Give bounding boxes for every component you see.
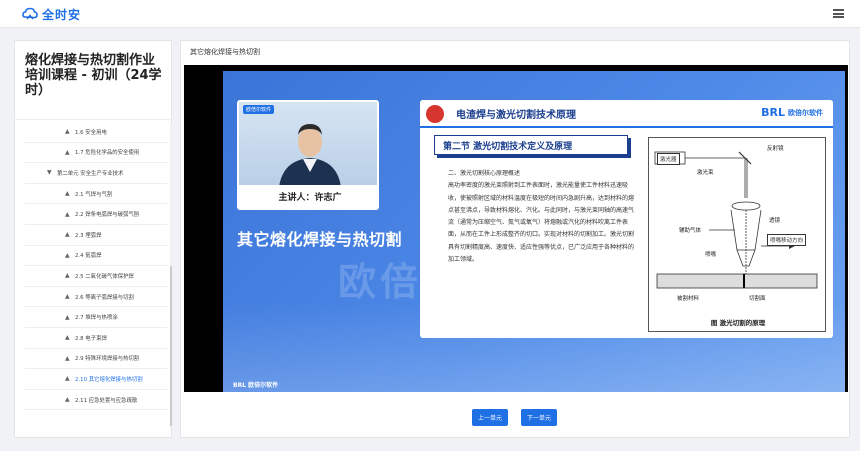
label-kerf: 切割面: [749, 296, 766, 302]
sidebar-item[interactable]: ▲ 2.2 焊条电弧焊与碳弧气刨: [25, 204, 167, 225]
caret-icon: ▲: [65, 334, 70, 342]
watermark: 欧倍: [338, 260, 423, 304]
sidebar-item[interactable]: ▲ 2.9 特殊环境焊接与热切割: [25, 349, 167, 370]
sidebar-item-label: 2.3 埋弧焊: [75, 232, 102, 239]
sidebar-item[interactable]: ▲ 2.4 氩弧焊: [25, 246, 167, 267]
sidebar-item[interactable]: ▲ 2.6 等离子弧焊接与切割: [25, 287, 167, 308]
sidebar-item[interactable]: ▲ 2.11 应急处置与应急疏散: [25, 390, 167, 411]
logo-text: 全时安: [42, 7, 82, 22]
sidebar-item[interactable]: ▲ 2.3 埋弧焊: [25, 225, 167, 246]
sidebar-item[interactable]: ▲ 2.8 电子束焊: [25, 328, 167, 349]
sidebar-item-label: 1.7 危险化学品的安全使用: [75, 150, 140, 157]
lesson-title: 其它熔化焊接与热切割: [190, 48, 260, 56]
sidebar-item-label: 2.11 应急处置与应急疏散: [75, 397, 138, 404]
brand-logo-text: BRL: [761, 106, 785, 119]
body-paragraph: 高功率密度的激光束照射到工件表面时，激光能量使工件材料迅速吸收，使被照射区域的材…: [448, 182, 635, 264]
label-reflector: 反射镜: [767, 146, 784, 152]
slide-footer-logo: BRL 欧倍尔软件: [233, 382, 279, 389]
sidebar-item-label: 2.7 堆焊与热喷涂: [75, 315, 118, 322]
sidebar-item[interactable]: ▲ 2.1 气焊与气割: [25, 184, 167, 205]
label-aux-gas: 辅助气体: [679, 228, 702, 234]
sidebar-item-label: 2.10 其它熔化焊接与热切割: [75, 376, 143, 383]
caret-icon: ▲: [65, 231, 70, 239]
sidebar-item-label: 2.6 等离子弧焊接与切割: [75, 294, 134, 301]
panel-title: 电渣焊与激光切割技术原理: [456, 110, 576, 121]
scrollbar-thumb[interactable]: [170, 266, 172, 426]
sidebar-item-label: 2.9 特殊环境焊接与热切割: [75, 356, 140, 363]
caret-icon: ▲: [65, 190, 70, 198]
header-badge-icon: [426, 105, 444, 123]
next-unit-button[interactable]: 下一单元: [521, 409, 557, 426]
sidebar-item[interactable]: ▲ 1.7 危险化学品的安全使用: [25, 143, 167, 164]
caret-icon: ▲: [65, 396, 70, 404]
body-heading: 二、激光切割核心原理概述: [448, 170, 521, 177]
caret-icon: ▲: [65, 251, 70, 259]
laser-cutting-diagram: 反射镜 激光器 激光束 辅助气体 透镜 喷嘴 喷嘴移动方向 被割材料 切割面 图…: [648, 137, 826, 332]
caret-icon: ▲: [65, 293, 70, 301]
video-brand-badge: 欧倍尔软件: [243, 105, 275, 114]
label-nozzle-move: 喷嘴移动方向: [767, 234, 807, 246]
sidebar-item-label: 1.6 安全用电: [75, 129, 107, 136]
sidebar-unit[interactable]: ▼ 第二单元 安全生产专业技术: [25, 163, 167, 184]
logo-icon: [22, 7, 38, 20]
label-nozzle: 喷嘴: [705, 252, 717, 258]
course-sidebar: 熔化焊接与热切割作业培训课程 - 初训（24学时） ▲ 1.6 安全用电 ▲ 1.7…: [14, 40, 173, 438]
video-frame: 欧倍尔软件 主讲人：许志广 其它熔化焊接与热切割 欧倍 电渣焊与激光切割技术原理…: [223, 71, 845, 392]
header-divider: [420, 126, 833, 128]
label-beam: 激光束: [697, 170, 714, 176]
caret-icon: ▲: [65, 313, 70, 321]
caret-icon: ▼: [47, 169, 52, 177]
sidebar-item-label: 第二单元 安全生产专业技术: [57, 170, 124, 177]
sidebar-item-label: 2.8 电子束焊: [75, 335, 107, 342]
course-title: 熔化焊接与热切割作业培训课程 - 初训（24学时）: [25, 53, 162, 98]
divider: [15, 119, 173, 120]
video-player[interactable]: 欧倍尔软件 主讲人：许志广 其它熔化焊接与热切割 欧倍 电渣焊与激光切割技术原理…: [184, 65, 848, 392]
sidebar-item-label: 2.2 焊条电弧焊与碳弧气刨: [75, 212, 140, 219]
caret-icon: ▲: [65, 210, 70, 218]
menu-icon[interactable]: [833, 9, 844, 18]
app-logo[interactable]: 全时安: [22, 6, 81, 22]
label-lens: 透镜: [769, 218, 781, 224]
panel-header: 电渣焊与激光切割技术原理 BRL 欧倍尔软件: [420, 100, 833, 126]
slide-heading: 其它熔化焊接与热切割: [237, 230, 403, 249]
speaker-video: 欧倍尔软件 主讲人：许志广: [237, 100, 379, 210]
prev-unit-button[interactable]: 上一单元: [472, 409, 508, 426]
brand-name: 欧倍尔软件: [788, 108, 823, 117]
caret-icon: ▲: [65, 128, 70, 136]
section-body: 二、激光切割核心原理概述 高功率密度的激光束照射到工件表面时，激光能量使工件材料…: [448, 168, 634, 266]
caret-icon: ▲: [65, 148, 70, 156]
section-title: 第二节 激光切割技术定义及原理: [434, 135, 628, 155]
speaker-name: 主讲人：许志广: [239, 185, 377, 208]
lesson-panel: 其它熔化焊接与热切割 欧倍尔软件 主讲人：许志广 其它熔化焊接与热切割 欧倍 电…: [180, 40, 850, 438]
sidebar-item[interactable]: ▲ 2.7 堆焊与热喷涂: [25, 307, 167, 328]
sidebar-item[interactable]: ▲ 1.6 安全用电: [25, 122, 167, 143]
caret-icon: ▲: [65, 375, 70, 383]
figure-caption: 图 激光切割的原理: [710, 319, 766, 327]
caret-icon: ▲: [65, 272, 70, 280]
top-bar: 全时安: [0, 0, 860, 28]
sidebar-item[interactable]: ▲ 2.5 二氧化碳气体保护焊: [25, 266, 167, 287]
sidebar-item-label: 2.5 二氧化碳气体保护焊: [75, 273, 134, 280]
speaker-image: [239, 102, 377, 187]
label-workpiece: 被割材料: [677, 296, 700, 302]
sidebar-item-label: 2.4 氩弧焊: [75, 253, 102, 260]
sidebar-item-active[interactable]: ▲ 2.10 其它熔化焊接与热切割: [25, 369, 167, 390]
sidebar-item-label: 2.1 气焊与气割: [75, 191, 113, 198]
panel-brand: BRL 欧倍尔软件: [761, 106, 823, 119]
speaker-figure-icon: [279, 124, 341, 187]
chapter-list: ▲ 1.6 安全用电 ▲ 1.7 危险化学品的安全使用 ▼ 第二单元 安全生产专业技术…: [25, 122, 167, 411]
caret-icon: ▲: [65, 354, 70, 362]
content-panel: 电渣焊与激光切割技术原理 BRL 欧倍尔软件 第二节 激光切割技术定义及原理 二…: [420, 100, 833, 338]
label-laser: 激光器: [657, 153, 680, 165]
